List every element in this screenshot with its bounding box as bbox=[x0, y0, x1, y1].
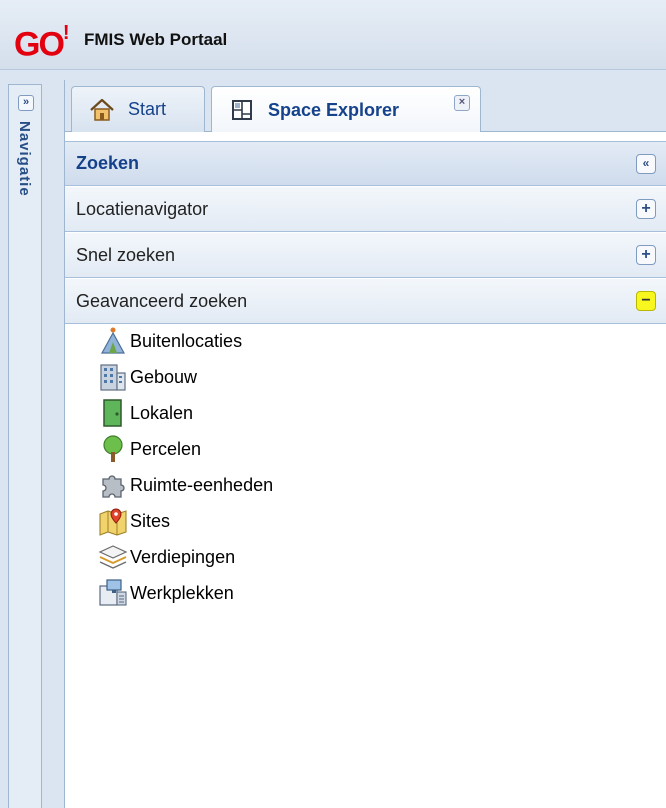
go-logo: GO! bbox=[14, 22, 69, 64]
section-geavanceerd-zoeken[interactable]: Geavanceerd zoeken − bbox=[65, 279, 666, 324]
navigation-panel-collapsed[interactable]: » Navigatie bbox=[8, 84, 42, 808]
tree-item-gebouw[interactable]: Gebouw bbox=[98, 359, 273, 395]
tab-space-explorer-label: Space Explorer bbox=[268, 99, 400, 120]
collapse-panel-button[interactable]: « bbox=[636, 154, 656, 174]
search-panel-header: Zoeken « bbox=[65, 141, 666, 186]
collapse-minus-icon[interactable]: − bbox=[636, 291, 656, 311]
outdoor-location-icon bbox=[100, 327, 126, 354]
tree-item-sites[interactable]: Sites bbox=[98, 503, 273, 539]
advanced-search-tree: Buitenlocaties Gebouw Lokalen Percelen R… bbox=[98, 323, 273, 611]
map-pin-icon bbox=[99, 508, 127, 536]
tree-item-label: Lokalen bbox=[130, 402, 194, 423]
home-icon bbox=[90, 98, 114, 121]
tree-icon bbox=[103, 435, 123, 462]
tree-item-label: Buitenlocaties bbox=[130, 330, 243, 351]
search-panel-title: Zoeken bbox=[76, 153, 140, 173]
tree-item-buitenlocaties[interactable]: Buitenlocaties bbox=[98, 323, 273, 359]
building-icon bbox=[100, 364, 126, 391]
workstation-icon bbox=[99, 579, 127, 606]
tree-item-label: Werkplekken bbox=[130, 582, 234, 603]
tree-item-ruimte-eenheden[interactable]: Ruimte-eenheden bbox=[98, 467, 273, 503]
tree-item-werkplekken[interactable]: Werkplekken bbox=[98, 575, 273, 611]
tab-space-explorer[interactable]: Space Explorer × bbox=[211, 86, 481, 133]
expand-plus-icon[interactable]: + bbox=[636, 199, 656, 219]
layers-icon bbox=[98, 545, 128, 569]
tree-item-percelen[interactable]: Percelen bbox=[98, 431, 273, 467]
tree-item-lokalen[interactable]: Lokalen bbox=[98, 395, 273, 431]
expand-navigation-button[interactable]: » bbox=[18, 95, 34, 111]
puzzle-icon bbox=[102, 475, 125, 498]
close-tab-icon[interactable]: × bbox=[454, 95, 470, 111]
tree-item-label: Percelen bbox=[130, 438, 202, 459]
section-snel-zoeken[interactable]: Snel zoeken + bbox=[65, 233, 666, 278]
tab-start-label: Start bbox=[128, 99, 167, 119]
tree-item-verdiepingen[interactable]: Verdiepingen bbox=[98, 539, 273, 575]
tab-bar: Start Space Explorer × bbox=[65, 80, 666, 133]
app-header: GO! FMIS Web Portaal bbox=[0, 0, 666, 70]
section-label: Geavanceerd zoeken bbox=[76, 290, 248, 311]
tree-item-label: Verdiepingen bbox=[130, 546, 236, 567]
workspace: » Navigatie Start Space Explorer × Zoeke… bbox=[0, 70, 666, 808]
tree-item-label: Ruimte-eenheden bbox=[130, 474, 274, 495]
floorplan-icon bbox=[232, 100, 252, 120]
expand-plus-icon[interactable]: + bbox=[636, 245, 656, 265]
section-label: Snel zoeken bbox=[76, 244, 176, 265]
navigation-label[interactable]: Navigatie bbox=[16, 121, 33, 197]
section-locatienavigator[interactable]: Locatienavigator + bbox=[65, 187, 666, 232]
tree-item-label: Gebouw bbox=[130, 366, 198, 387]
tab-start[interactable]: Start bbox=[71, 86, 205, 132]
app-title: FMIS Web Portaal bbox=[84, 30, 228, 49]
door-icon bbox=[103, 399, 122, 427]
tree-item-label: Sites bbox=[130, 510, 171, 531]
section-label: Locatienavigator bbox=[76, 198, 209, 219]
